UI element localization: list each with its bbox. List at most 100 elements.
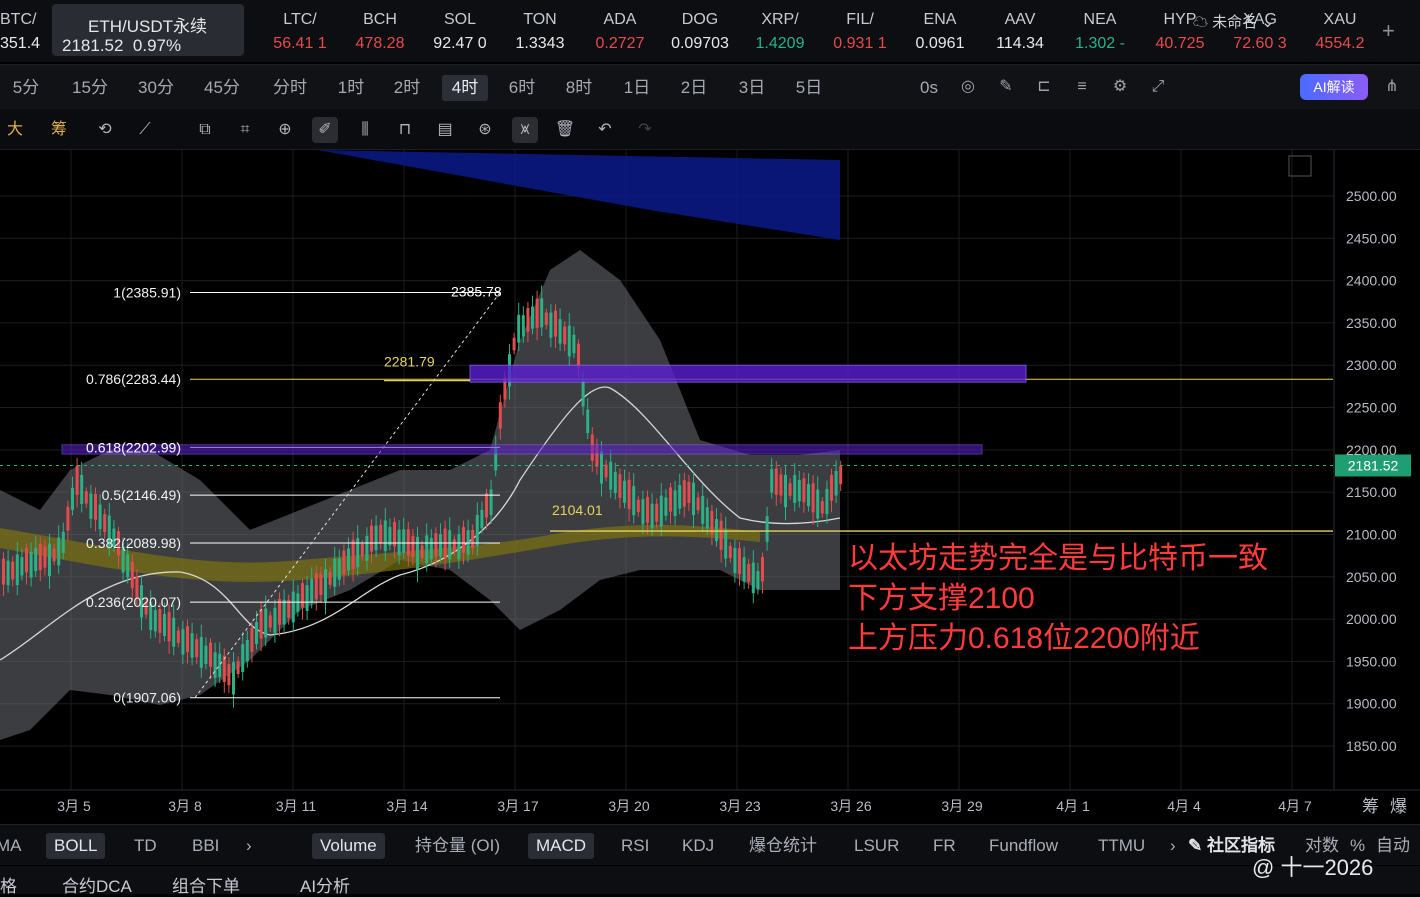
timeframe-4[interactable]: 分时 [268,75,312,101]
watermark: @ 十一2026 [1252,855,1374,880]
candle-body [80,474,84,504]
plus-icon[interactable]: + [1382,18,1395,44]
ticker-item[interactable]: SOL 92.47 0 [420,8,500,58]
resistance-zone-0618[interactable] [61,444,983,455]
timeframe-13[interactable]: 5日 [792,75,826,101]
settings-icon[interactable]: ⚙ [1108,75,1132,99]
sub-indicator-7[interactable]: FR [933,833,956,859]
timeframe-12[interactable]: 3日 [735,75,769,101]
scale-option-2[interactable]: 自动 [1376,833,1410,859]
clone-icon[interactable]: ⧉ [192,117,218,143]
timeframe-8[interactable]: 6时 [505,75,539,101]
sub-indicator-6[interactable]: LSUR [854,833,899,859]
zoom-icon[interactable]: ⊕ [272,117,298,143]
timeframe-2[interactable]: 30分 [134,75,178,101]
ticker-item[interactable]: ENA 0.0961 [900,8,980,58]
layout-name[interactable]: ☁ 未命名 ⌄ [1193,10,1274,36]
ticker-item[interactable]: AAV 114.34 [980,8,1060,58]
resistance-zone-upper[interactable] [469,364,1027,383]
camera-icon[interactable]: ◎ [956,75,980,99]
list-icon[interactable]: ≡ [1070,75,1094,99]
big-label[interactable]: 大 [2,117,28,143]
candle-body [535,298,539,328]
ticker-item[interactable]: LTC/56.41 1 [260,8,340,58]
candle-body [457,534,461,560]
sub-indicator-9[interactable]: TTMU [1098,833,1145,859]
y-tick: 2450.00 [1346,230,1397,246]
candle-body [296,593,300,612]
sub-indicator-2[interactable]: MACD [528,833,595,859]
lock-icon[interactable]: ⊓ [392,117,418,143]
magnet-icon[interactable]: ⊛ [472,117,498,143]
ai-interpret-button[interactable]: AI解读 [1300,74,1368,100]
pen-off-icon[interactable]: ⟋ [132,117,158,143]
main-indicator-td[interactable]: TD [134,833,157,859]
fib-label-overlay: 0.618(2202.99) [86,439,181,455]
sub-indicator-1[interactable]: 持仓量 (OI) [415,833,500,859]
candle-body [314,573,318,600]
note-icon[interactable]: ▤ [432,117,458,143]
ticker-price: 351.4 [0,35,41,52]
draw-auto-icon[interactable]: ⟲ [92,117,118,143]
timeframe-6[interactable]: 2时 [390,75,424,101]
ticker-item[interactable]: NEA 1.302 - [1060,8,1140,58]
ticker-item[interactable]: XRP/1.4209 [740,8,820,58]
main-indicator-bbi[interactable]: BBI [192,833,219,859]
replay-icon[interactable]: ⊏ [1032,75,1056,99]
ohlc-icon[interactable]: ⫼ [352,117,378,143]
candle-body [351,539,355,569]
chevron-right-icon[interactable]: › [246,833,252,859]
ticker-item[interactable]: TON 1.3343 [500,8,580,58]
sub-indicator-4[interactable]: KDJ [682,833,714,859]
bottom-tab-1[interactable]: 合约DCA [62,872,132,897]
ticker-item[interactable]: XAU 4554.2 [1300,8,1380,58]
candle-body [48,543,51,577]
sub-indicator-0[interactable]: Volume [312,833,385,859]
ticker-item[interactable]: FIL/0.931 1 [820,8,900,58]
undo-icon[interactable]: ↶ [592,117,618,143]
candle-body [448,530,452,560]
candle-body [521,315,525,337]
timeframe-1[interactable]: 15分 [68,75,112,101]
timeframe-11[interactable]: 2日 [677,75,711,101]
candle-body [291,591,295,623]
pencil-icon[interactable]: ✎ [994,75,1018,99]
liq-corner-label[interactable]: 爆 [1390,797,1407,816]
sub-indicator-3[interactable]: RSI [621,833,649,859]
ticker-price: 114.34 [996,35,1044,52]
timeframe-10[interactable]: 1日 [620,75,654,101]
bottom-tab-0[interactable]: 格 [0,872,17,897]
ticker-item[interactable]: ADA 0.2727 [580,8,660,58]
brush-icon[interactable]: ✐ [312,117,338,143]
filter-icon[interactable]: ⩙ [512,117,538,143]
bottom-tab-2[interactable]: 组合下单 [172,872,240,897]
timeframe-0[interactable]: 5分 [4,75,48,101]
active-ticker[interactable]: ETH/USDT永续 2181.52 0.97% [52,4,244,56]
ticker-item[interactable]: BCH 478.28 [340,8,420,58]
y-tick: 2050.00 [1346,569,1397,585]
timeframe-7[interactable]: 4时 [442,75,488,101]
main-indicator-ma[interactable]: MA [0,833,22,859]
sub-indicator-8[interactable]: Fundflow [989,833,1058,859]
chevron-right-icon[interactable]: › [1170,833,1176,859]
share-icon[interactable]: ⋔ [1380,75,1404,99]
price-chart[interactable]: 1(2385.91) 0.786(2283.44) 0.618(2202.99) 0.… [0,150,1420,820]
ticker-item[interactable]: BTC/351.4 [0,8,62,58]
bottom-tab-3[interactable]: AI分析 [300,872,350,897]
trash-icon[interactable]: 🗑 [552,117,578,143]
main-indicator-boll[interactable]: BOLL [46,833,106,859]
chips-corner-label[interactable]: 筹 [1362,797,1379,816]
timeframe-3[interactable]: 45分 [200,75,244,101]
candle-body [264,608,268,638]
candle-body [195,639,199,658]
sub-indicator-5[interactable]: 爆仓统计 [749,833,817,859]
redo-icon[interactable]: ↷ [632,117,658,143]
candle-body [75,465,79,495]
timeframe-9[interactable]: 8时 [562,75,596,101]
chips-label[interactable]: 筹 [46,117,72,143]
fullscreen-icon[interactable]: ⤢ [1146,75,1170,99]
timeframe-5[interactable]: 1时 [334,75,368,101]
ruler-icon[interactable]: ⌗ [232,117,258,143]
x-tick: 3月 14 [386,798,427,814]
ticker-item[interactable]: DOG 0.09703 [660,8,740,58]
